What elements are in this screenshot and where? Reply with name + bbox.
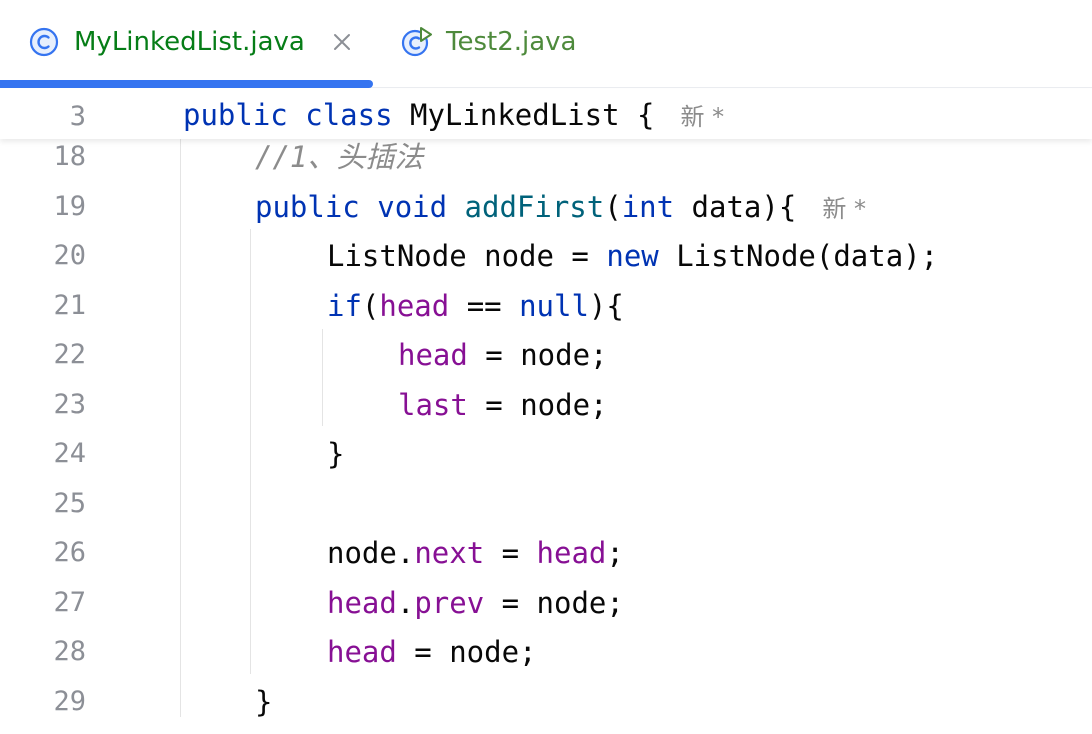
keyword: int [621,190,675,224]
editor-tab-bar: MyLinkedList.java Test2.java [0,0,1092,88]
class-icon [29,27,59,57]
code-line: //1、头插法 [255,139,423,175]
line-number: 26 [53,537,86,568]
code-line: node.next = head; [327,535,624,571]
code-row: 28 head = node; [0,634,1092,684]
field: last [398,388,468,422]
line-number: 24 [53,438,86,469]
code-row: 24 } [0,436,1092,486]
line-number: 29 [53,686,86,717]
line-number: 3 [69,101,86,132]
code-text: == [449,289,520,323]
line-number: 28 [53,636,86,667]
class-run-icon [401,27,432,57]
code-row: 20 ListNode node = new ListNode(data); [0,238,1092,288]
sticky-scope-header[interactable]: 3 public class MyLinkedList { 新 * [0,89,1092,139]
keyword: null [519,289,589,323]
code-line: public void addFirst(int data){ 新 * [255,189,866,227]
code-text: ListNode node = [327,239,607,273]
code-line: last = node; [398,387,608,423]
tab-mylinkedlist[interactable]: MyLinkedList.java [28,0,353,88]
line-number: 21 [53,290,86,321]
code-line: } [255,684,272,720]
code-text: = [484,536,537,570]
keyword: class [305,98,393,132]
keyword: public [255,190,360,224]
field: head [379,289,450,323]
code-line: public class MyLinkedList { 新 * [183,97,724,135]
line-number: 23 [53,389,86,420]
comment: //1、头插法 [255,140,424,174]
code-row: 23 last = node; [0,387,1092,437]
code-line: } [327,436,344,472]
code-text: ( [604,190,622,224]
code-line: if(head == null){ [327,288,624,324]
keyword: void [377,190,448,224]
code-editor[interactable]: 18 //1、头插法 19 public void addFirst(int d… [0,139,1092,719]
code-text: node. [327,536,415,570]
code-text: } [327,437,345,471]
line-number: 19 [53,191,86,222]
code-row: 18 //1、头插法 [0,139,1092,189]
code-text: = node; [484,586,624,620]
code-text: ( [361,289,380,323]
active-tab-indicator [0,80,373,88]
line-number: 22 [53,339,86,370]
line-number: 20 [53,240,86,271]
keyword: new [606,239,659,273]
class-name: MyLinkedList { [410,98,655,132]
author-hint[interactable]: 新 * [822,195,866,223]
close-icon[interactable] [331,31,353,53]
line-number: 27 [53,587,86,618]
code-row: 27 head.prev = node; [0,585,1092,635]
code-text: } [255,685,273,719]
code-text: ListNode(data); [658,239,939,273]
keyword: public [183,98,288,132]
code-text: data){ [674,190,797,224]
code-text: . [396,586,415,620]
tab-label: Test2.java [446,27,577,57]
field: next [414,536,485,570]
code-row: 22 head = node; [0,337,1092,387]
code-text: ){ [588,289,624,323]
method-name: addFirst [464,190,605,224]
code-text: = node; [467,388,608,422]
field: head [398,338,468,372]
code-line: head.prev = node; [327,585,624,621]
tab-test2[interactable]: Test2.java [400,0,576,88]
code-row: 25 [0,486,1092,536]
field: prev [414,586,485,620]
code-row: 29 } [0,684,1092,734]
field: head [327,586,397,620]
code-text: ; [606,536,624,570]
keyword: if [327,289,362,323]
line-number: 18 [53,141,86,172]
author-hint[interactable]: 新 * [680,103,724,131]
field: head [327,635,397,669]
code-line: head = node; [398,337,608,373]
field: head [536,536,607,570]
line-number: 25 [53,488,86,519]
tab-label: MyLinkedList.java [74,27,305,57]
code-row: 26 node.next = head; [0,535,1092,585]
code-row: 21 if(head == null){ [0,288,1092,338]
code-text: = node; [396,635,537,669]
code-line: ListNode node = new ListNode(data); [327,238,938,274]
code-line: head = node; [327,634,537,670]
code-row: 19 public void addFirst(int data){ 新 * [0,189,1092,239]
code-text: = node; [467,338,608,372]
